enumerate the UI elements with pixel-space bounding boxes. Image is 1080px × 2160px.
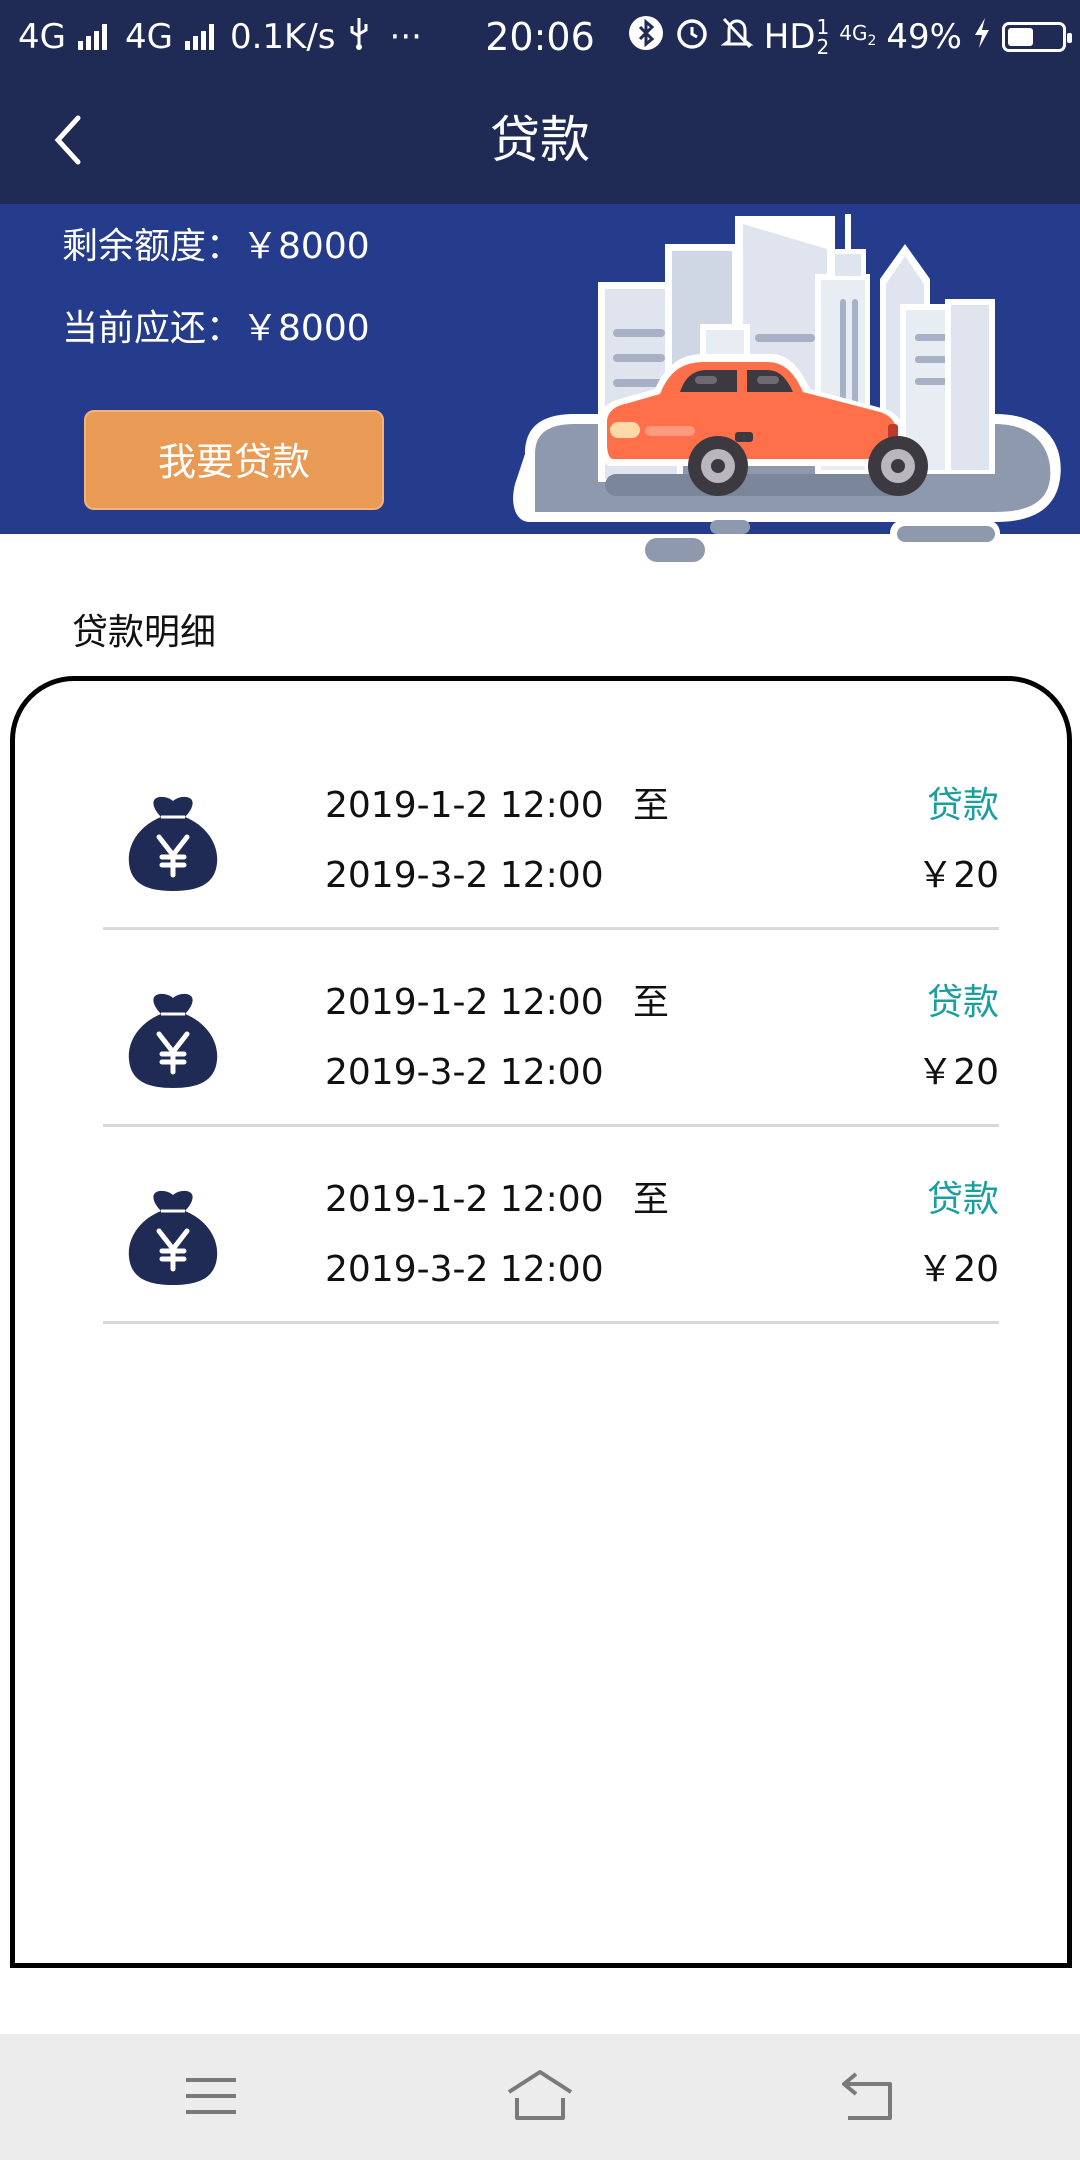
back-nav-button[interactable] <box>834 2064 904 2128</box>
loan-amount: ￥20 <box>917 1249 999 1290</box>
page-title: 贷款 <box>490 111 590 169</box>
alarm-icon <box>674 15 710 60</box>
remaining-credit-label: 剩余额度： <box>62 226 243 267</box>
charging-icon <box>972 16 992 59</box>
back-icon <box>842 2072 892 2120</box>
loan-type-label: 贷款 <box>926 785 999 826</box>
current-due-value: ￥8000 <box>242 308 370 349</box>
bluetooth-icon <box>628 15 664 60</box>
system-navigation-bar <box>0 2034 1080 2160</box>
loan-start-date: 2019-1-2 12:00 <box>325 1179 604 1220</box>
menu-button[interactable] <box>176 2064 246 2128</box>
network-small-indicator: 4G 2 <box>839 21 877 49</box>
loan-record-row[interactable]: 2019-1-2 12:00 至 2019-3-2 12:00 贷款 ￥20 <box>103 930 999 1127</box>
loan-details-title: 贷款明细 <box>72 612 217 653</box>
hd-indicator: HD 1 2 <box>763 15 830 59</box>
money-bag-icon <box>128 993 218 1088</box>
loan-start-date: 2019-1-2 12:00 <box>325 785 604 826</box>
money-bag-icon <box>128 1190 218 1285</box>
date-separator: 至 <box>633 982 670 1023</box>
battery-percent: 49% <box>886 17 962 57</box>
apply-loan-button[interactable]: 我要贷款 <box>84 410 384 510</box>
mute-icon <box>720 15 754 60</box>
menu-icon <box>186 2078 236 2114</box>
battery-fill <box>1008 28 1033 46</box>
home-button[interactable] <box>505 2064 575 2128</box>
loan-type-label: 贷款 <box>926 1179 999 1220</box>
nav-bar: 贷款 <box>0 76 1080 204</box>
loan-record-row[interactable]: 2019-1-2 12:00 至 2019-3-2 12:00 贷款 ￥20 <box>103 1127 999 1324</box>
loan-start-date: 2019-1-2 12:00 <box>325 982 604 1023</box>
home-icon <box>507 2070 573 2120</box>
current-due-label: 当前应还： <box>62 308 243 349</box>
date-separator: 至 <box>633 785 670 826</box>
battery-icon <box>1002 22 1072 52</box>
date-separator: 至 <box>633 1179 670 1220</box>
status-right: HD 1 2 4G 2 49% <box>628 12 1072 62</box>
loan-type-label: 贷款 <box>926 982 999 1023</box>
money-bag-icon <box>128 796 218 891</box>
loan-amount: ￥20 <box>917 855 999 896</box>
loan-record-row[interactable]: 2019-1-2 12:00 至 2019-3-2 12:00 贷款 ￥20 <box>103 733 999 930</box>
loan-end-date: 2019-3-2 12:00 <box>325 1249 604 1290</box>
loan-end-date: 2019-3-2 12:00 <box>325 1052 604 1093</box>
remaining-credit-value: ￥8000 <box>242 226 370 267</box>
current-due: 当前应还：￥8000 <box>62 304 370 354</box>
loan-details-panel: 2019-1-2 12:00 至 2019-3-2 12:00 贷款 ￥20 2… <box>10 676 1072 1968</box>
city-car-illustration <box>513 214 1061 562</box>
loan-amount: ￥20 <box>917 1052 999 1093</box>
loan-end-date: 2019-3-2 12:00 <box>325 855 604 896</box>
remaining-credit: 剩余额度：￥8000 <box>62 222 370 272</box>
status-bar: 4G 4G 0.1K/s ··· 20:06 HD 1 2 4G 2 49% <box>0 0 1080 76</box>
